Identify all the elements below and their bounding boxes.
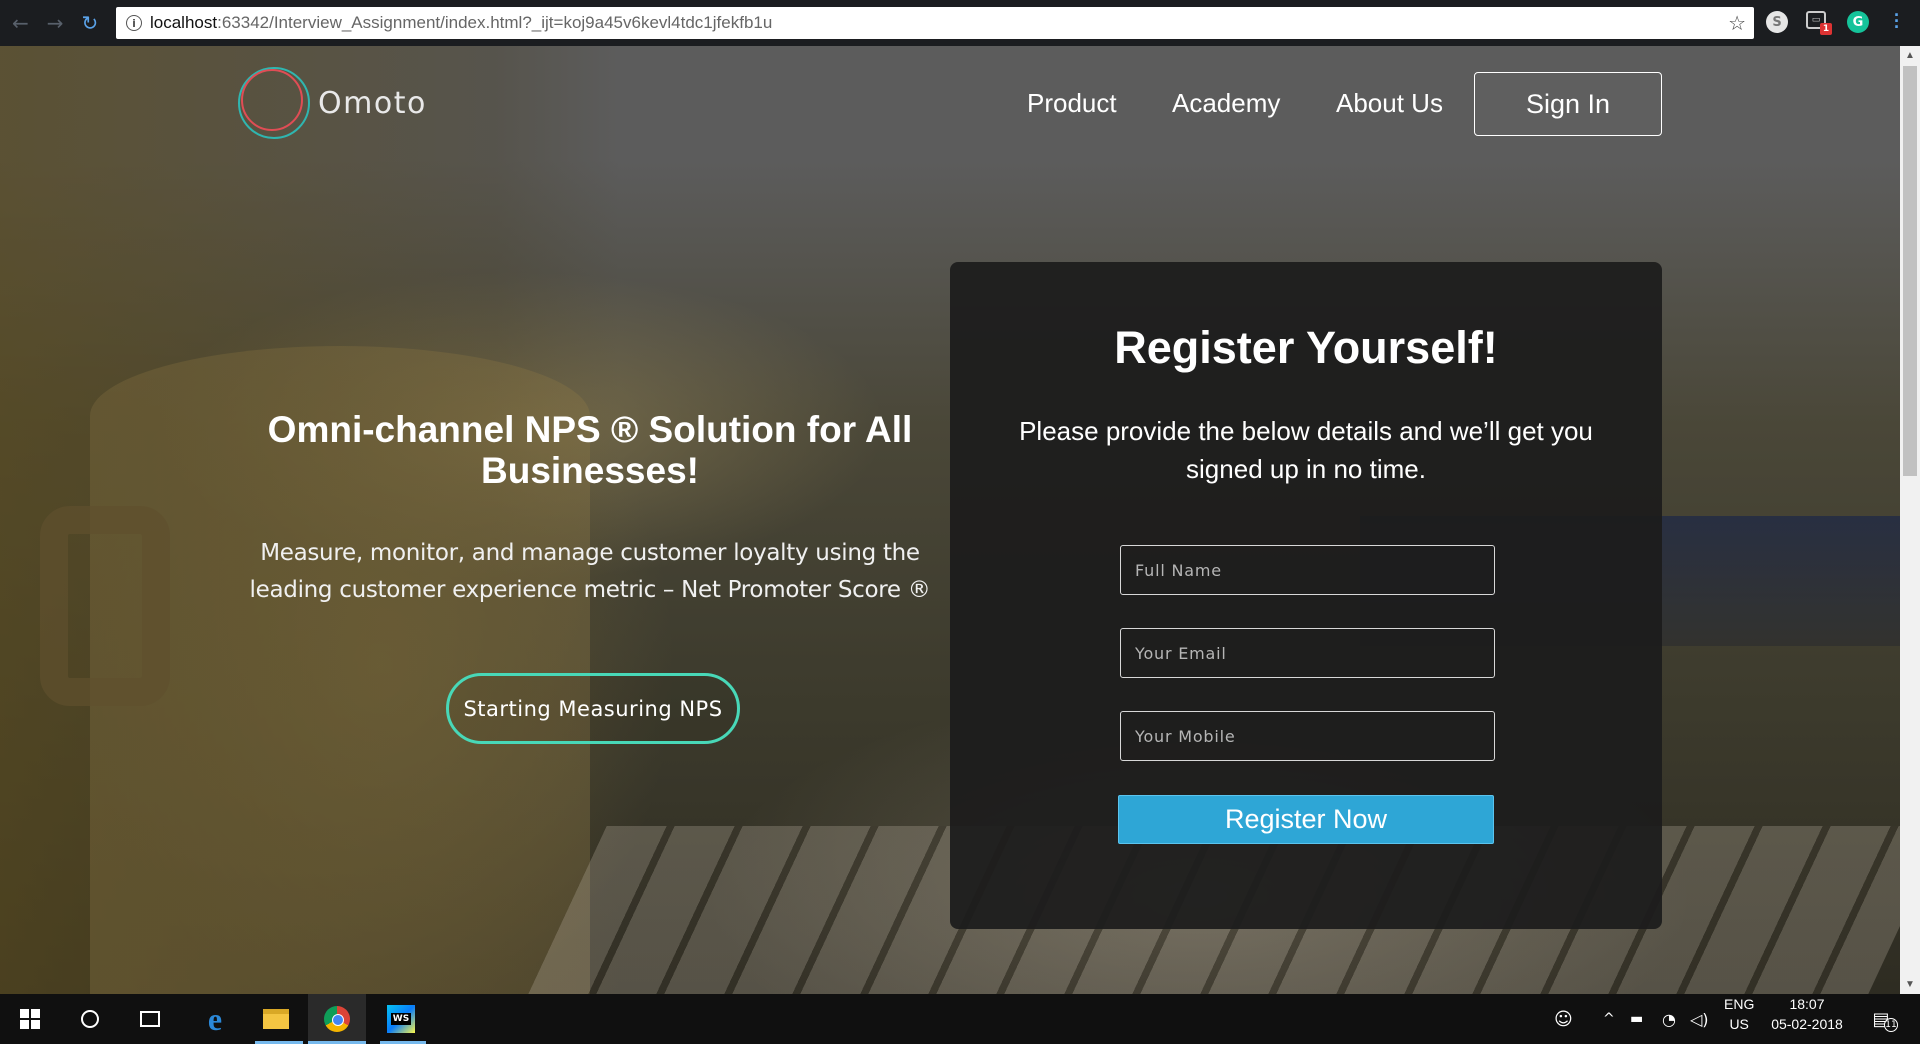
skype-icon[interactable]: S xyxy=(1766,11,1788,33)
start-measuring-button[interactable]: Starting Measuring NPS xyxy=(446,673,740,744)
chrome-icon[interactable] xyxy=(308,994,366,1044)
bookmark-star-icon[interactable]: ☆ xyxy=(1728,11,1746,35)
logo-circle-icon xyxy=(238,67,310,139)
task-view-icon[interactable] xyxy=(130,994,170,1044)
webstorm-icon[interactable]: WS xyxy=(380,994,422,1044)
address-bar[interactable]: i localhost:63342/Interview_Assignment/i… xyxy=(116,7,1754,39)
language-indicator[interactable]: ENG US xyxy=(1724,994,1754,1044)
folder-shape xyxy=(263,1009,289,1029)
logo-text: Omoto xyxy=(318,85,427,121)
info-icon[interactable]: i xyxy=(126,15,142,31)
taskbar: e WS ☺ ^ ▬ ◔ ◁) ENG US 18:07 05-02-2018 … xyxy=(0,994,1920,1044)
menu-kebab-icon[interactable]: · · · xyxy=(1893,6,1901,36)
task-view-rect xyxy=(140,1011,160,1027)
cortana-search-icon[interactable] xyxy=(72,994,108,1044)
scroll-up-icon[interactable]: ▲ xyxy=(1900,50,1920,61)
notification-count: 11 xyxy=(1884,1018,1898,1032)
email-input[interactable] xyxy=(1120,628,1495,678)
lang-region: US xyxy=(1729,1016,1749,1032)
full-name-input[interactable] xyxy=(1120,545,1495,595)
cortana-ring xyxy=(81,1010,99,1028)
register-subtitle: Please provide the below details and we’… xyxy=(1019,416,1593,484)
url-host: localhost xyxy=(150,13,218,32)
nav-about-us[interactable]: About Us xyxy=(1336,88,1443,119)
nav-academy[interactable]: Academy xyxy=(1172,88,1280,119)
clock[interactable]: 18:07 05-02-2018 xyxy=(1768,994,1846,1044)
screenshot-icon[interactable]: ▭ 1 xyxy=(1806,11,1832,35)
scroll-down-icon[interactable]: ▼ xyxy=(1900,979,1920,990)
lang-code: ENG xyxy=(1724,996,1755,1012)
logo-ring-red xyxy=(241,69,303,131)
forward-icon[interactable]: → xyxy=(47,13,64,33)
people-icon[interactable]: ☺ xyxy=(1554,994,1573,1044)
nav-product[interactable]: Product xyxy=(1027,88,1117,119)
grammarly-icon[interactable]: G xyxy=(1847,11,1869,33)
hero-title: Omni-channel NPS ® Solution for All Busi… xyxy=(267,409,913,491)
windows-logo xyxy=(20,1009,40,1029)
screen: ← → ↻ i localhost:63342/Interview_Assign… xyxy=(0,0,1920,1044)
page-scrollbar[interactable]: ▲ ▼ xyxy=(1900,46,1920,994)
browser-nav: ← → ↻ xyxy=(12,13,112,33)
tray-chevron-icon[interactable]: ^ xyxy=(1603,994,1615,1044)
action-center-icon[interactable]: ▤ 11 xyxy=(1866,994,1898,1044)
webstorm-label: WS xyxy=(390,1013,412,1025)
extension-badge: 1 xyxy=(1820,23,1832,35)
windows-start-icon[interactable] xyxy=(12,994,48,1044)
battery-icon[interactable]: ▬ xyxy=(1630,994,1643,1044)
register-now-button[interactable]: Register Now xyxy=(1118,795,1494,844)
url-text[interactable]: localhost:63342/Interview_Assignment/ind… xyxy=(150,13,772,33)
browser-toolbar: ← → ↻ i localhost:63342/Interview_Assign… xyxy=(0,0,1920,46)
hero-subtitle: Measure, monitor, and manage customer lo… xyxy=(249,540,931,603)
background-mug-handle xyxy=(40,506,170,706)
chrome-logo xyxy=(324,1006,350,1032)
url-path: :63342/Interview_Assignment/index.html?_… xyxy=(217,13,773,32)
scroll-thumb[interactable] xyxy=(1903,66,1917,476)
edge-browser-icon[interactable]: e xyxy=(195,994,235,1044)
clock-time: 18:07 xyxy=(1789,996,1825,1012)
file-explorer-icon[interactable] xyxy=(255,994,297,1044)
mobile-input[interactable] xyxy=(1120,711,1495,761)
register-card: Register Yourself! Please provide the be… xyxy=(950,262,1662,929)
sign-in-button[interactable]: Sign In xyxy=(1474,72,1662,136)
clock-date: 05-02-2018 xyxy=(1771,1016,1843,1032)
webstorm-logo: WS xyxy=(387,1005,415,1033)
logo[interactable]: Omoto xyxy=(238,67,427,139)
register-title: Register Yourself! xyxy=(1114,322,1498,373)
reload-icon[interactable]: ↻ xyxy=(82,13,99,33)
back-icon[interactable]: ← xyxy=(12,13,29,33)
volume-icon[interactable]: ◁) xyxy=(1690,994,1709,1044)
wifi-icon[interactable]: ◔ xyxy=(1662,994,1676,1044)
